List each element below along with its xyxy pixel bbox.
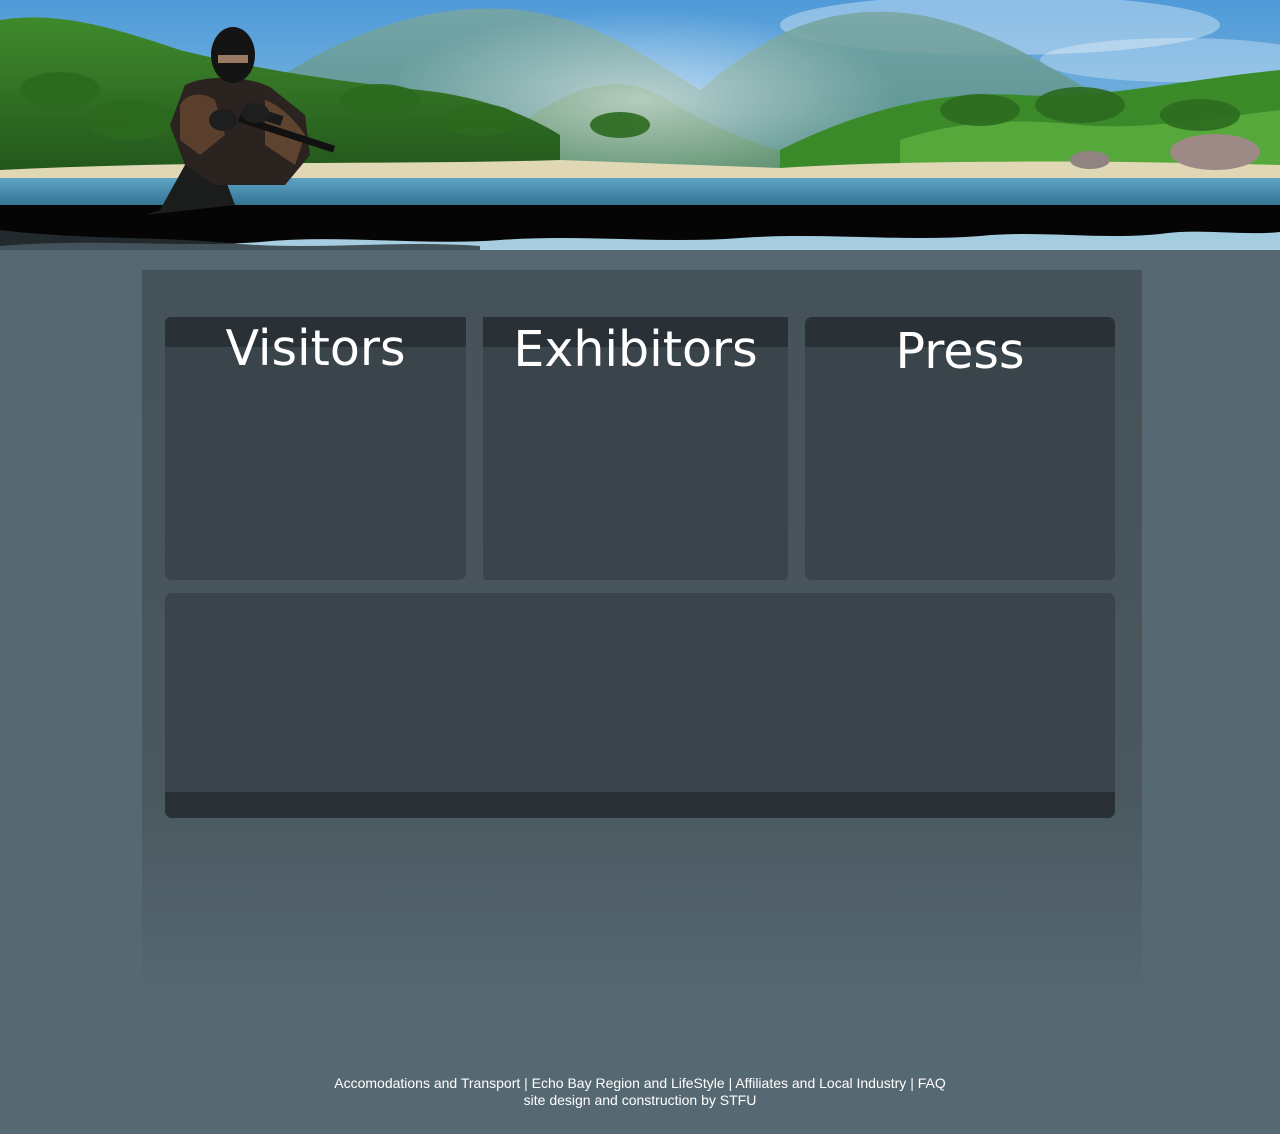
- news-box-bottom-bar: [165, 792, 1115, 818]
- visitors-box[interactable]: Visitors: [165, 317, 466, 580]
- footer-separator: |: [910, 1075, 914, 1091]
- footer-link-affiliates[interactable]: Affiliates and Local Industry: [735, 1075, 906, 1091]
- exhibitors-title[interactable]: Exhibitors: [483, 320, 788, 380]
- header-banner: [0, 0, 1280, 250]
- footer-link-faq[interactable]: FAQ: [918, 1075, 946, 1091]
- footer-credit: site design and construction by STFU: [523, 1092, 757, 1108]
- footer: Accomodations and Transport | Echo Bay R…: [0, 1075, 1280, 1109]
- footer-link-accomodations[interactable]: Accomodations and Transport: [334, 1075, 520, 1091]
- island-landscape-image: [0, 0, 1280, 250]
- press-title[interactable]: Press: [805, 322, 1115, 382]
- news-box: [165, 593, 1115, 818]
- footer-nav: Accomodations and Transport | Echo Bay R…: [0, 1075, 1280, 1092]
- main-content-panel: Visitors Exhibitors Press: [142, 270, 1142, 1000]
- footer-separator: |: [524, 1075, 528, 1091]
- exhibitors-box[interactable]: Exhibitors: [483, 317, 788, 580]
- footer-separator: |: [728, 1075, 733, 1091]
- visitors-title[interactable]: Visitors: [165, 319, 466, 379]
- press-box[interactable]: Press: [805, 317, 1115, 580]
- footer-link-echo-bay[interactable]: Echo Bay Region and LifeStyle: [532, 1075, 725, 1091]
